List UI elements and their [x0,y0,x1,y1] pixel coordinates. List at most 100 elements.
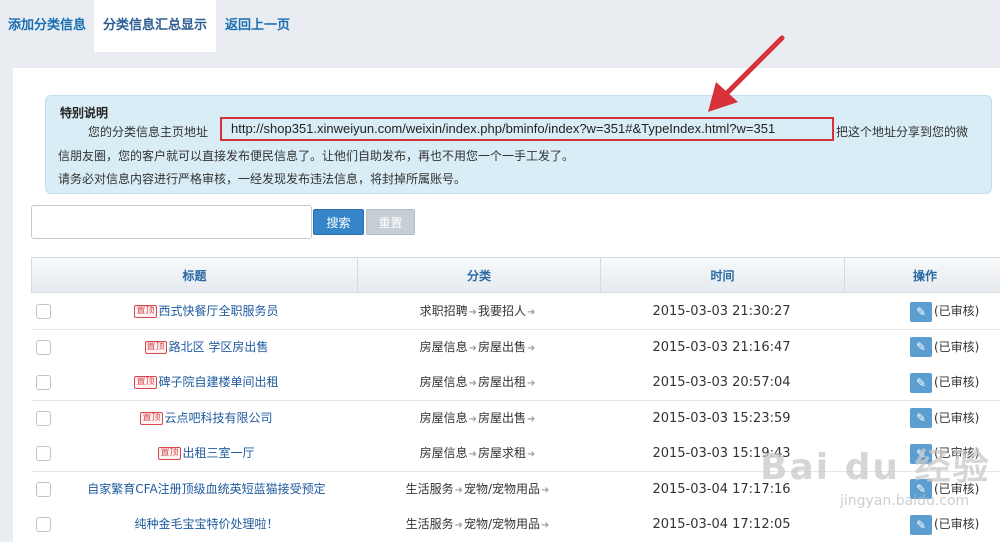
row-status: (已审核) [934,304,980,318]
right-arrow-icon: ➜ [468,413,477,425]
homepage-url[interactable]: http://shop351.xinweiyun.com/weixin/inde… [220,117,834,141]
row-status: (已审核) [934,375,980,389]
row-category-main: 生活服务 [405,481,454,496]
watermark-logo: Bai du 经验 [760,447,991,488]
row-checkbox[interactable] [36,304,51,319]
notice-line-3: 请务必对信息内容进行严格审核，一经发现发布违法信息，将封掉所属账号。 [58,172,467,186]
reset-button[interactable]: 重置 [366,209,415,235]
row-time: 2015-03-03 21:16:47 [652,339,791,355]
table-row[interactable]: 置顶 路北区 学区房出售 房屋信息➜房屋出售➜ 2015-03-03 21:16:47… [31,329,1000,366]
edit-icon[interactable]: ✎ [910,514,932,535]
notice-url-prefix: 您的分类信息主页地址 [88,125,209,139]
top-badge: 置顶 [158,447,181,460]
row-category-sub: 宠物/宠物用品 [463,517,541,531]
header-category[interactable]: 分类 [358,258,600,292]
row-title-text[interactable]: 自家繁育CFA注册顶级血统英短蓝猫接受预定 [87,482,325,496]
edit-icon[interactable]: ✎ [910,372,932,393]
tab-info-summary[interactable]: 分类信息汇总显示 [94,0,216,52]
row-time: 2015-03-03 20:57:04 [652,375,791,390]
row-category: 房屋信息➜房屋出售➜ [357,401,599,436]
edit-icon[interactable]: ✎ [910,408,932,428]
row-title[interactable]: 置顶 云点吧科技有限公司 [58,401,355,436]
table-header: 标题 分类 时间 操作 [31,257,1000,293]
row-category: 房屋信息➜房屋出租➜ [357,365,599,400]
right-arrow-icon: ➜ [541,520,550,531]
right-arrow-icon: ➜ [468,342,477,354]
row-title[interactable]: 纯种金毛宝宝特价处理啦！ [58,507,355,542]
row-category: 房屋信息➜房屋出售➜ [357,330,599,365]
top-badge: 置顶 [144,340,167,354]
row-title-text[interactable]: 出租三室一厅 [183,446,255,460]
row-category-main: 房屋信息 [419,375,468,389]
table-row[interactable]: 置顶 云点吧科技有限公司 房屋信息➜房屋出售➜ 2015-03-03 15:23:59… [31,400,1000,437]
right-arrow-icon: ➜ [454,484,463,496]
row-status: (已审核) [934,517,980,531]
right-arrow-icon: ➜ [454,520,463,531]
row-actions: ✎ (已审核) [910,507,1000,542]
row-checkbox[interactable] [36,446,51,461]
row-category-sub: 我要招人 [478,304,527,318]
row-checkbox[interactable] [36,517,51,532]
row-time: 2015-03-03 15:23:59 [652,410,791,426]
row-category-sub: 房屋出售 [478,339,527,354]
row-category: 房屋信息➜房屋求租➜ [357,436,599,471]
row-status: (已审核) [934,339,980,354]
edit-icon[interactable]: ✎ [910,301,932,322]
row-title-text[interactable]: 碑子院自建楼单间出租 [159,375,279,389]
row-title[interactable]: 置顶 出租三室一厅 [58,436,355,471]
row-time: 2015-03-04 17:12:05 [652,517,791,532]
table-row[interactable]: 纯种金毛宝宝特价处理啦！ 生活服务➜宠物/宠物用品➜ 2015-03-04 17:1… [31,507,1000,542]
row-title[interactable]: 置顶 西式快餐厅全职服务员 [58,294,355,329]
row-checkbox[interactable] [36,375,51,390]
header-actions[interactable]: 操作 [845,258,1000,292]
notice-url-suffix: 把这个地址分享到您的微 [836,125,969,139]
top-badge: 置顶 [134,376,157,389]
row-status: (已审核) [934,410,980,425]
row-category-sub: 房屋出租 [478,375,527,389]
row-title-text[interactable]: 云点吧科技有限公司 [165,411,273,425]
tab-add-info[interactable]: 添加分类信息 [0,0,94,52]
right-arrow-icon: ➜ [541,484,550,496]
row-checkbox[interactable] [36,339,51,355]
tab-bar: 添加分类信息 分类信息汇总显示 返回上一页 [0,0,1000,52]
search-input[interactable] [31,205,312,239]
right-arrow-icon: ➜ [468,378,477,389]
notice-box: 特别说明 您的分类信息主页地址 http://shop351.xinweiyun… [45,95,992,194]
row-category: 求职招聘➜我要招人➜ [357,294,599,329]
watermark-url: jingyan.baidu.com [840,493,970,509]
right-arrow-icon: ➜ [468,449,477,460]
row-category: 生活服务➜宠物/宠物用品➜ [357,472,599,507]
row-category: 生活服务➜宠物/宠物用品➜ [357,507,599,542]
table-row[interactable]: 置顶 碑子院自建楼单间出租 房屋信息➜房屋出租➜ 2015-03-03 20:57:0… [31,365,1000,401]
right-arrow-icon: ➜ [527,307,536,318]
right-arrow-icon: ➜ [468,307,477,318]
top-badge: 置顶 [134,305,157,318]
row-category-main: 房屋信息 [419,410,468,425]
search-button[interactable]: 搜索 [313,209,364,235]
right-arrow-icon: ➜ [527,449,536,460]
notice-title: 特别说明 [60,106,109,120]
row-category-main: 房屋信息 [419,446,468,460]
row-title-text[interactable]: 纯种金毛宝宝特价处理啦！ [134,517,278,531]
row-actions: ✎ (已审核) [910,294,1000,329]
row-title[interactable]: 置顶 碑子院自建楼单间出租 [58,365,355,400]
right-arrow-icon: ➜ [527,378,536,389]
row-time: 2015-03-03 21:30:27 [652,304,791,319]
row-actions: ✎ (已审核) [910,330,1000,365]
row-title-text[interactable]: 路北区 学区房出售 [169,340,269,354]
row-title-text[interactable]: 西式快餐厅全职服务员 [159,304,279,318]
header-title[interactable]: 标题 [32,258,357,292]
notice-line-2: 信朋友圈，您的客户就可以直接发布便民信息了。让他们自助发布，再也不用您一个一手工… [58,149,575,163]
table-row[interactable]: 置顶 西式快餐厅全职服务员 求职招聘➜我要招人➜ 2015-03-03 21:30:2… [31,294,1000,330]
row-title[interactable]: 置顶 路北区 学区房出售 [58,330,355,365]
row-title[interactable]: 自家繁育CFA注册顶级血统英短蓝猫接受预定 [58,472,355,507]
tab-go-back[interactable]: 返回上一页 [216,0,296,52]
edit-icon[interactable]: ✎ [910,337,932,357]
row-category-main: 生活服务 [405,517,454,531]
row-actions: ✎ (已审核) [910,365,1000,400]
row-checkbox[interactable] [36,481,51,497]
header-time[interactable]: 时间 [601,258,844,292]
top-badge: 置顶 [140,411,163,425]
row-checkbox[interactable] [36,410,51,426]
row-category-main: 房屋信息 [419,339,468,354]
